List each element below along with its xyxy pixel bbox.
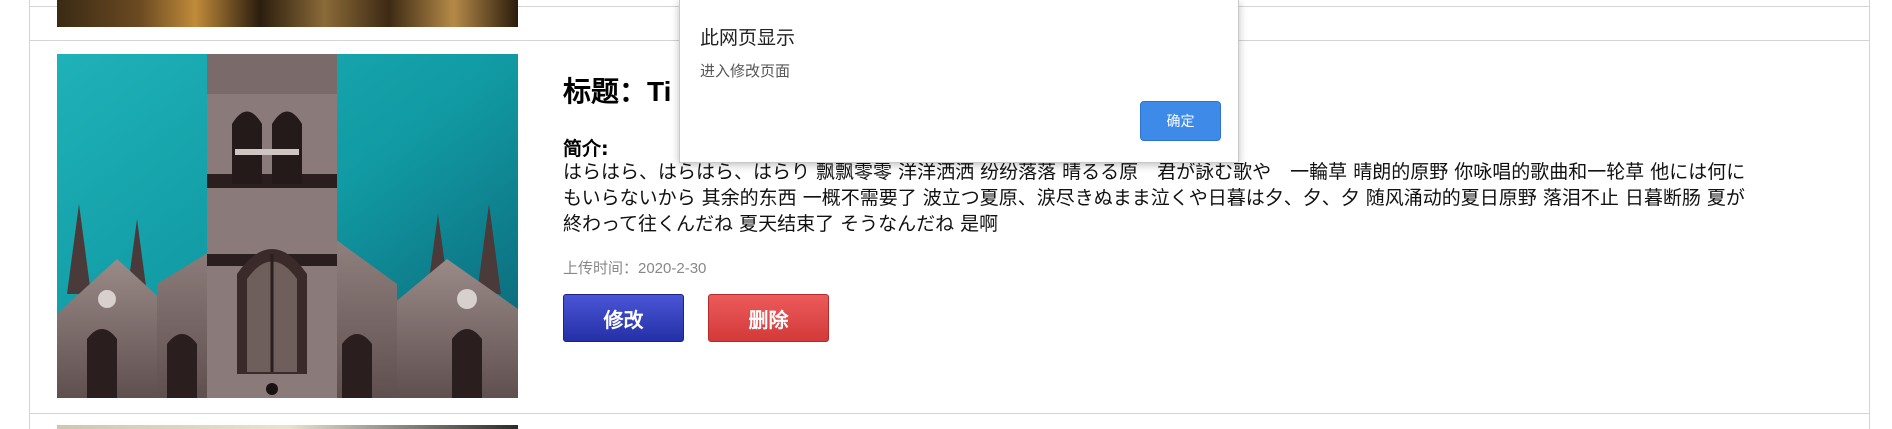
dialog-ok-button[interactable]: 确定	[1140, 101, 1221, 141]
intro-label: 简介:	[563, 138, 609, 160]
upload-time: 上传时间：2020-2-30	[563, 260, 707, 277]
item-image[interactable]	[57, 54, 518, 398]
delete-button[interactable]: 删除	[708, 294, 829, 342]
row-divider-bottom	[29, 413, 1870, 414]
intro-text: はらはら、はらはら、はらり 飘飘零零 洋洋洒洒 纷纷落落 晴るる原 君が詠む歌や…	[563, 161, 1746, 235]
dialog-title: 此网页显示	[700, 28, 796, 49]
previous-item-image[interactable]	[57, 0, 518, 27]
edit-button[interactable]: 修改	[563, 294, 684, 342]
next-item-image[interactable]	[57, 425, 518, 429]
alert-dialog: 此网页显示 进入修改页面 确定	[679, 0, 1239, 163]
item-title: 标题：Ti	[563, 76, 672, 107]
dialog-message: 进入修改页面	[700, 63, 791, 80]
